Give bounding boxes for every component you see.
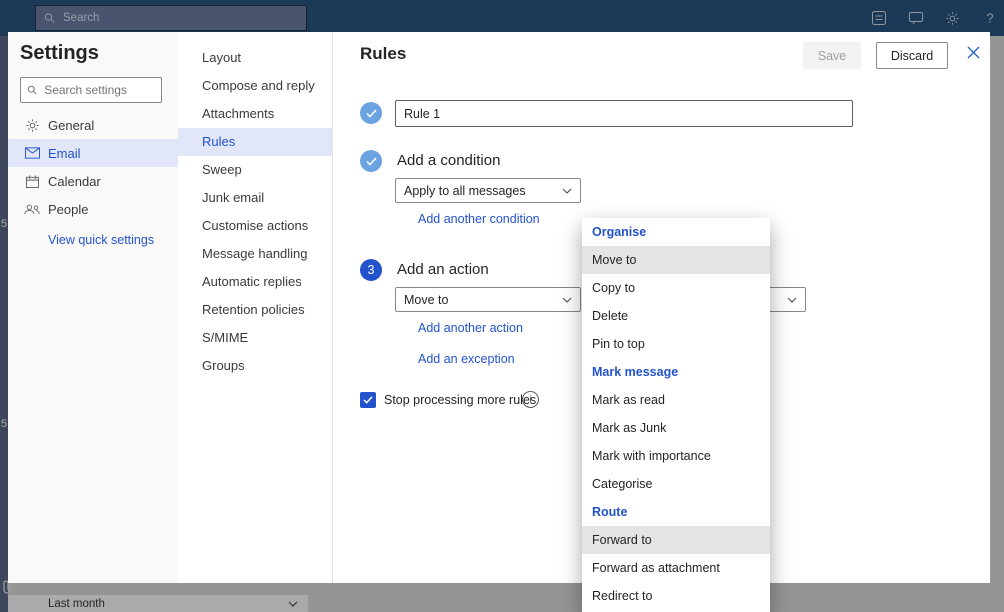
action-step-number: 3 [360, 259, 382, 281]
action-select-value: Move to [404, 293, 448, 307]
sidebar-item-general[interactable]: General [8, 111, 178, 139]
sidebar-item-label: Email [48, 146, 81, 161]
settings-search[interactable] [20, 77, 162, 103]
menu-item-delete[interactable]: Delete [582, 302, 770, 330]
add-another-action-link[interactable]: Add another action [418, 321, 523, 335]
menu-item-categorise[interactable]: Categorise [582, 470, 770, 498]
stop-processing-label: Stop processing more rules [384, 393, 536, 407]
settings-search-input[interactable] [42, 82, 155, 98]
calendar-icon [24, 173, 40, 189]
condition-heading: Add a condition [397, 152, 500, 169]
settings-dialog: Settings General Email Calendar People View… [8, 32, 990, 583]
add-an-exception-link[interactable]: Add an exception [418, 352, 515, 366]
category-customise-actions[interactable]: Customise actions [178, 212, 332, 240]
people-icon [24, 201, 40, 217]
info-icon[interactable]: i [522, 391, 539, 408]
category-junk-email[interactable]: Junk email [178, 184, 332, 212]
mail-icon [24, 145, 40, 161]
check-icon [366, 109, 377, 118]
sidebar-item-people[interactable]: People [8, 195, 178, 223]
menu-group-organise: Organise [582, 218, 770, 246]
email-settings-categories: LayoutCompose and replyAttachmentsRulesS… [178, 32, 333, 583]
category-retention-policies[interactable]: Retention policies [178, 296, 332, 324]
menu-item-forward-to[interactable]: Forward to [582, 526, 770, 554]
menu-item-mark-as-junk[interactable]: Mark as Junk [582, 414, 770, 442]
rule-name-input[interactable] [395, 100, 853, 127]
check-icon [363, 396, 373, 404]
category-sweep[interactable]: Sweep [178, 156, 332, 184]
categories-list: LayoutCompose and replyAttachmentsRulesS… [178, 44, 332, 380]
category-s-mime[interactable]: S/MIME [178, 324, 332, 352]
sidebar-item-label: General [48, 118, 94, 133]
chevron-down-icon [562, 188, 572, 194]
menu-group-route: Route [582, 498, 770, 526]
condition-complete-icon [360, 150, 382, 172]
category-automatic-replies[interactable]: Automatic replies [178, 268, 332, 296]
search-icon [27, 84, 37, 96]
settings-sidebar: Settings General Email Calendar People View… [8, 32, 178, 583]
settings-nav: General Email Calendar People [8, 111, 178, 223]
category-groups[interactable]: Groups [178, 352, 332, 380]
save-button[interactable]: Save [803, 42, 861, 69]
action-select[interactable]: Move to [395, 287, 581, 312]
page-title: Rules [360, 44, 406, 64]
menu-item-pin-to-top[interactable]: Pin to top [582, 330, 770, 358]
condition-select-value: Apply to all messages [404, 184, 526, 198]
menu-item-mark-with-importance[interactable]: Mark with importance [582, 442, 770, 470]
action-dropdown-menu: OrganiseMove toCopy toDeletePin to topMa… [582, 218, 770, 612]
category-layout[interactable]: Layout [178, 44, 332, 72]
category-attachments[interactable]: Attachments [178, 100, 332, 128]
sidebar-item-calendar[interactable]: Calendar [8, 167, 178, 195]
stop-processing-checkbox[interactable] [360, 392, 376, 408]
chevron-down-icon [787, 297, 797, 303]
sidebar-item-label: Calendar [48, 174, 101, 189]
sidebar-item-label: People [48, 202, 88, 217]
category-compose-and-reply[interactable]: Compose and reply [178, 72, 332, 100]
add-another-condition-link[interactable]: Add another condition [418, 212, 540, 226]
menu-item-copy-to[interactable]: Copy to [582, 274, 770, 302]
menu-item-mark-as-read[interactable]: Mark as read [582, 386, 770, 414]
action-heading: Add an action [397, 261, 489, 278]
sidebar-item-email[interactable]: Email [8, 139, 178, 167]
gear-icon [24, 117, 40, 133]
name-complete-icon [360, 102, 382, 124]
close-icon[interactable] [967, 46, 980, 62]
category-message-handling[interactable]: Message handling [178, 240, 332, 268]
chevron-down-icon [562, 297, 572, 303]
screen: ? 5 5 Last month Settings GeneralEmailCa… [0, 0, 1004, 612]
category-rules[interactable]: Rules [178, 128, 332, 156]
check-icon [366, 157, 377, 166]
condition-select[interactable]: Apply to all messages [395, 178, 581, 203]
discard-button[interactable]: Discard [876, 42, 948, 69]
menu-item-redirect-to[interactable]: Redirect to [582, 582, 770, 610]
menu-item-move-to[interactable]: Move to [582, 246, 770, 274]
menu-item-forward-as-attachment[interactable]: Forward as attachment [582, 554, 770, 582]
menu-group-mark-message: Mark message [582, 358, 770, 386]
view-quick-settings-link[interactable]: View quick settings [48, 233, 154, 247]
settings-title: Settings [20, 42, 99, 65]
